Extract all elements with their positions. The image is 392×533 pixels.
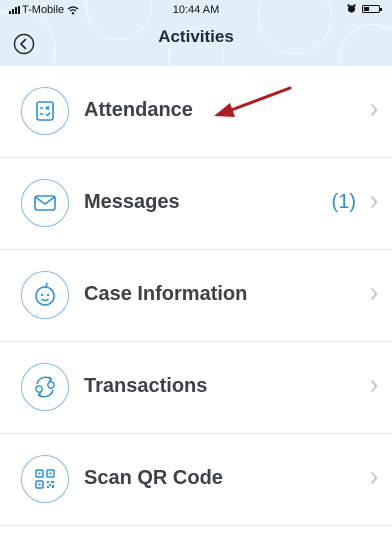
- chevron-right-icon: [370, 471, 378, 485]
- alarm-icon: [347, 4, 356, 13]
- page-title: Activities: [158, 27, 234, 46]
- chevron-right-icon: [370, 287, 378, 301]
- child-face-icon: [21, 271, 69, 319]
- menu-item-messages[interactable]: Messages (1): [0, 158, 392, 250]
- menu-item-label: Messages: [84, 191, 180, 213]
- chevron-right-icon: [370, 379, 378, 393]
- transactions-exchange-icon: [21, 363, 69, 411]
- status-bar: T-Mobile 10:44 AM: [0, 0, 392, 20]
- menu-item-label: Attendance: [84, 99, 193, 121]
- menu-item-case-information[interactable]: Case Information: [0, 250, 392, 342]
- status-time: 10:44 AM: [172, 4, 220, 16]
- menu-item-scan-qr-code[interactable]: Scan QR Code: [0, 434, 392, 526]
- menu-item-transactions[interactable]: Transactions: [0, 342, 392, 434]
- attendance-calendar-icon: [21, 87, 69, 135]
- menu-item-attendance[interactable]: Attendance: [0, 66, 392, 158]
- qr-code-icon: [21, 455, 69, 503]
- unread-count-badge: (1): [331, 191, 356, 213]
- menu-item-label: Case Information: [84, 283, 248, 305]
- chevron-right-icon: [370, 195, 378, 209]
- annotation-arrow-icon: [214, 86, 292, 117]
- envelope-icon: [21, 179, 69, 227]
- chevron-right-icon: [370, 103, 378, 117]
- menu-item-label: Scan QR Code: [84, 467, 223, 489]
- battery-icon: [362, 4, 382, 13]
- header-bar: T-Mobile 10:44 AM Activities: [0, 0, 392, 66]
- menu-item-label: Transactions: [84, 375, 208, 397]
- status-right: [347, 4, 382, 13]
- activities-list: Attendance Messages (1) Case Information…: [0, 66, 392, 526]
